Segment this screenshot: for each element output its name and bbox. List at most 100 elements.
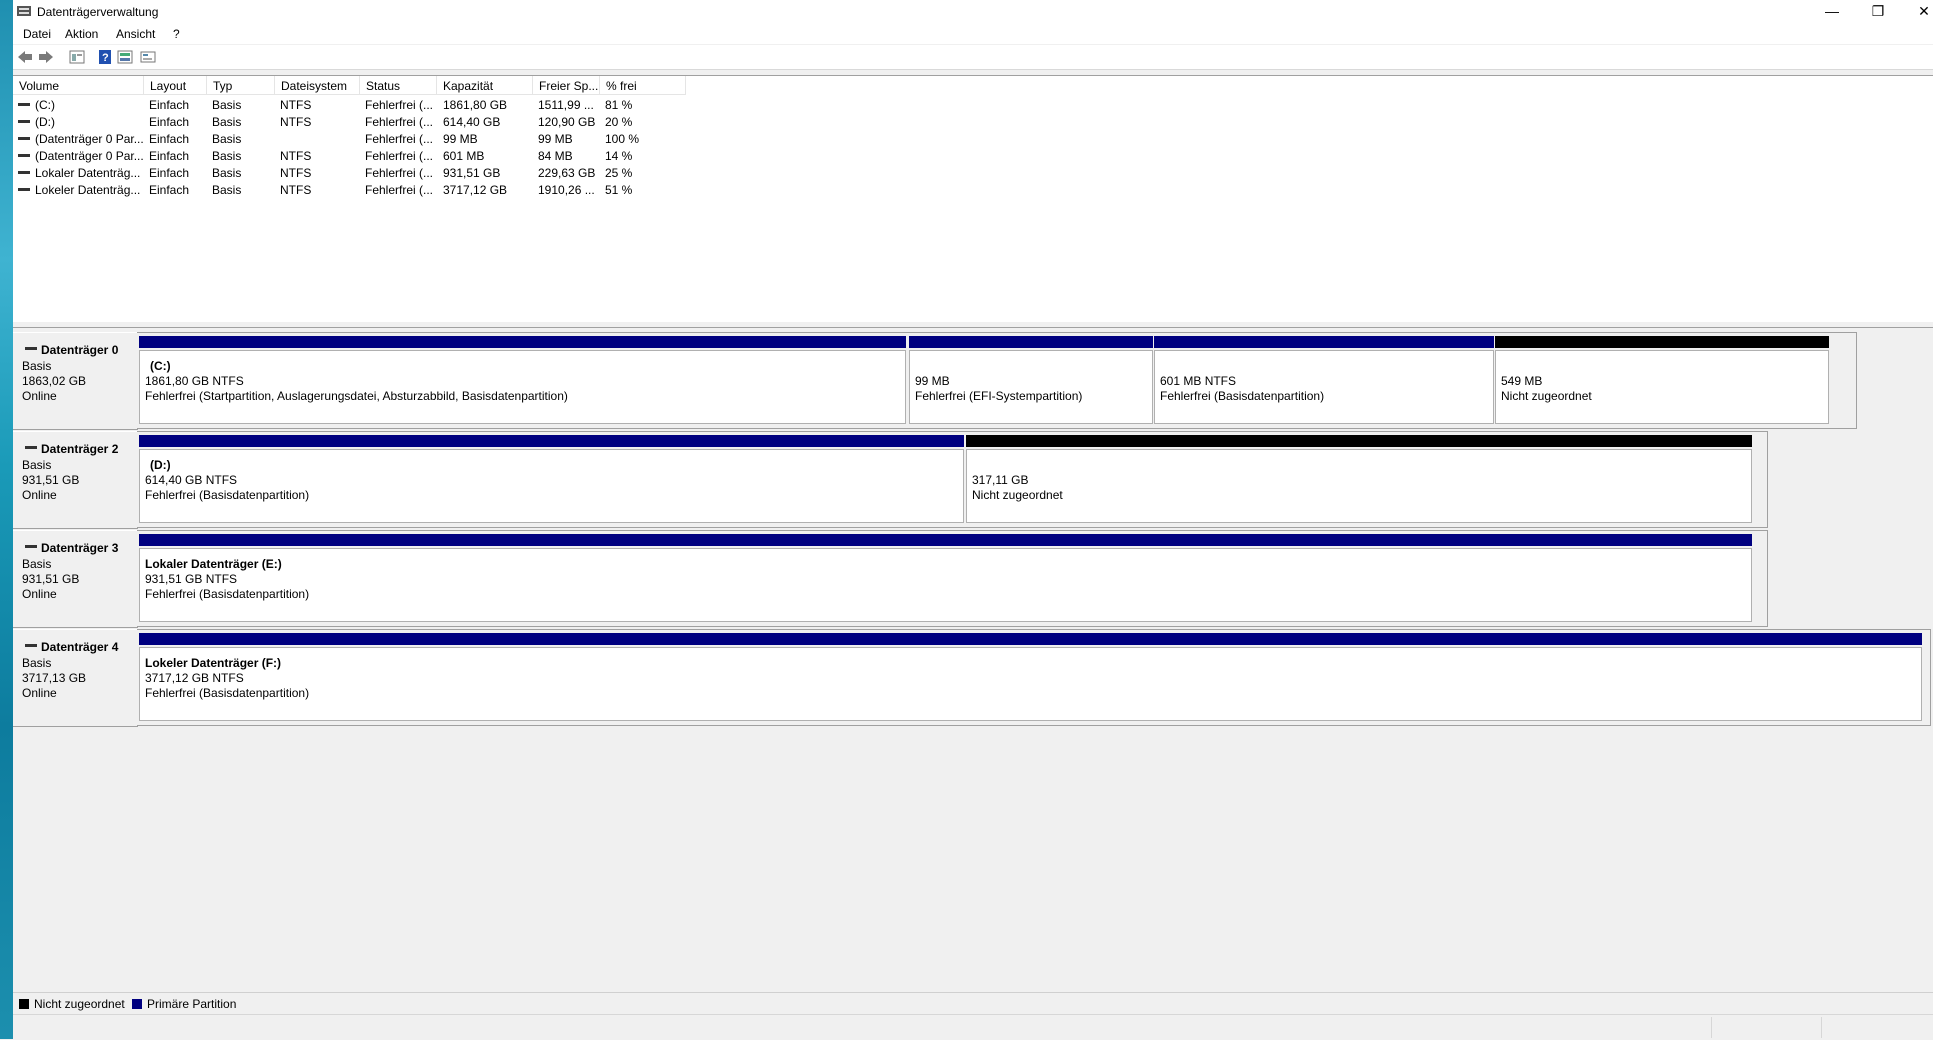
disk-info[interactable]: Datenträger 4 Basis 3717,13 GB Online: [13, 629, 138, 727]
table-row[interactable]: Lokaler Datenträg... Einfach Basis NTFS Fehl…: [13, 164, 713, 181]
menu-aktion[interactable]: Aktion: [65, 27, 98, 41]
cell-prozent: 100 %: [605, 132, 640, 146]
view-icon[interactable]: [117, 49, 133, 65]
column-header-dateisystem[interactable]: Dateisystem: [275, 76, 360, 95]
column-header-layout[interactable]: Layout: [144, 76, 207, 95]
cell-fs: NTFS: [280, 149, 312, 163]
cell-typ: Basis: [212, 132, 242, 146]
partition-color-bar: [966, 435, 1752, 447]
partition-size: 1861,80 GB NTFS: [145, 374, 244, 388]
cell-typ: Basis: [212, 166, 242, 180]
primary-partition[interactable]: (D:) 614,40 GB NTFS Fehlerfrei (Basisdaten…: [139, 435, 964, 523]
partition-body: Lokeler Datenträger (F:) 3717,12 GB NTFS F…: [139, 647, 1922, 721]
disk-size: 931,51 GB: [22, 572, 80, 586]
column-header-typ[interactable]: Typ: [207, 76, 275, 95]
disk-info[interactable]: Datenträger 2 Basis 931,51 GB Online: [13, 431, 138, 529]
partition-size: 614,40 GB NTFS: [145, 473, 238, 487]
minimize-button[interactable]: —: [1809, 0, 1855, 24]
partition-color-bar: [139, 633, 1922, 645]
disk-graphical-view: Datenträger 0 Basis 1863,02 GB Online (C:) 18…: [13, 327, 1933, 992]
primary-partition[interactable]: (C:) 1861,80 GB NTFS Fehlerfrei (Startpart…: [139, 336, 906, 424]
cell-layout: Einfach: [149, 132, 190, 146]
partition-status: Nicht zugeordnet: [1501, 389, 1592, 403]
desktop-background: [0, 0, 13, 1039]
volume-icon: [18, 137, 30, 140]
disk-info[interactable]: Datenträger 3 Basis 931,51 GB Online: [13, 530, 138, 628]
partition-label: (C:): [150, 359, 171, 373]
primary-partition[interactable]: 601 MB NTFS Fehlerfrei (Basisdatenpartiti…: [1154, 336, 1494, 424]
cell-status: Fehlerfrei (...: [365, 149, 434, 163]
cell-fs: NTFS: [280, 183, 312, 197]
column-header-volume[interactable]: Volume: [13, 76, 144, 95]
status-separator: [1711, 1017, 1712, 1038]
legend-swatch-unallocated: [19, 999, 29, 1009]
arrow-left-icon[interactable]: [17, 49, 33, 65]
menu-ansicht[interactable]: Ansicht: [116, 27, 155, 41]
disk-name: Datenträger 0: [41, 343, 119, 357]
table-row[interactable]: Lokeler Datenträg... Einfach Basis NTFS Fehl…: [13, 181, 713, 198]
cell-prozent: 25 %: [605, 166, 633, 180]
restore-button[interactable]: ❐: [1855, 0, 1901, 24]
cell-fs: NTFS: [280, 166, 312, 180]
partition-body: 549 MB Nicht zugeordnet: [1495, 350, 1829, 424]
disk-info[interactable]: Datenträger 0 Basis 1863,02 GB Online: [13, 332, 138, 430]
partition-body: (C:) 1861,80 GB NTFS Fehlerfrei (Startpart…: [139, 350, 906, 424]
close-button[interactable]: ✕: [1901, 0, 1933, 24]
title-bar: Datenträgerverwaltung — ❐ ✕: [13, 0, 1933, 24]
help-icon[interactable]: ?: [97, 49, 113, 65]
table-row[interactable]: (Datenträger 0 Par... Einfach Basis Fehlerf…: [13, 130, 713, 147]
legend-label-unallocated: Nicht zugeordnet: [34, 997, 125, 1011]
cell-status: Fehlerfrei (...: [365, 183, 434, 197]
unallocated-space[interactable]: 549 MB Nicht zugeordnet: [1495, 336, 1829, 424]
partition-status: Fehlerfrei (Basisdatenpartition): [145, 587, 310, 601]
partition-body: 99 MB Fehlerfrei (EFI-Systempartition): [909, 350, 1153, 424]
cell-kapazitaet: 601 MB: [443, 149, 485, 163]
primary-partition[interactable]: Lokeler Datenträger (F:) 3717,12 GB NTFS F…: [139, 633, 1922, 721]
disk-management-app-icon: [17, 6, 31, 16]
cell-volume: (Datenträger 0 Par...: [35, 149, 143, 163]
table-row[interactable]: (D:) Einfach Basis NTFS Fehlerfrei (... 614,4…: [13, 113, 713, 130]
legend: Nicht zugeordnet Primäre Partition: [13, 992, 1933, 1014]
cell-typ: Basis: [212, 149, 242, 163]
cell-volume: (C:): [35, 98, 55, 112]
svg-text:?: ?: [102, 52, 109, 64]
primary-partition[interactable]: Lokaler Datenträger (E:) 931,51 GB NTFS Fe…: [139, 534, 1752, 622]
disk-icon: [25, 545, 37, 548]
cell-volume: (D:): [35, 115, 55, 129]
partition-size: 3717,12 GB NTFS: [145, 671, 244, 685]
cell-status: Fehlerfrei (...: [365, 98, 434, 112]
toolbar: ?: [13, 45, 1933, 70]
cell-frei: 1910,26 ...: [538, 183, 595, 197]
disk-partition-area: (C:) 1861,80 GB NTFS Fehlerfrei (Startpart…: [137, 332, 1857, 429]
cell-kapazitaet: 1861,80 GB: [443, 98, 508, 112]
arrow-right-icon[interactable]: [38, 49, 54, 65]
unallocated-space[interactable]: 317,11 GB Nicht zugeordnet: [966, 435, 1752, 523]
partition-color-bar: [1154, 336, 1494, 348]
column-header-status[interactable]: Status: [360, 76, 437, 95]
rescan-icon[interactable]: [140, 49, 156, 65]
column-header-prozent-frei[interactable]: % frei: [600, 76, 686, 95]
menu-bar: Datei Aktion Ansicht ?: [13, 24, 1933, 45]
column-header-kapazitaet[interactable]: Kapazität: [437, 76, 533, 95]
cell-layout: Einfach: [149, 166, 190, 180]
volume-icon: [18, 103, 30, 106]
partition-size: 601 MB NTFS: [1160, 374, 1237, 388]
disk-icon: [25, 347, 37, 350]
partition-status: Fehlerfrei (Startpartition, Auslagerungs…: [145, 389, 568, 403]
column-header-freier-speicher[interactable]: Freier Sp...: [533, 76, 600, 95]
cell-kapazitaet: 3717,12 GB: [443, 183, 508, 197]
menu-datei[interactable]: Datei: [23, 27, 51, 41]
cell-prozent: 81 %: [605, 98, 633, 112]
cell-volume: Lokaler Datenträg...: [35, 166, 141, 180]
partition-body: (D:) 614,40 GB NTFS Fehlerfrei (Basisdaten…: [139, 449, 964, 523]
table-row[interactable]: (Datenträger 0 Par... Einfach Basis NTFS Feh…: [13, 147, 713, 164]
cell-status: Fehlerfrei (...: [365, 115, 434, 129]
partition-size: 931,51 GB NTFS: [145, 572, 238, 586]
properties-icon[interactable]: [69, 49, 85, 65]
table-row[interactable]: (C:) Einfach Basis NTFS Fehlerfrei (... 1861,…: [13, 96, 713, 113]
cell-fs: NTFS: [280, 98, 312, 112]
primary-partition[interactable]: 99 MB Fehlerfrei (EFI-Systempartition): [909, 336, 1153, 424]
menu-help[interactable]: ?: [173, 27, 180, 41]
cell-frei: 120,90 GB: [538, 115, 596, 129]
disk-state: Online: [22, 587, 57, 601]
